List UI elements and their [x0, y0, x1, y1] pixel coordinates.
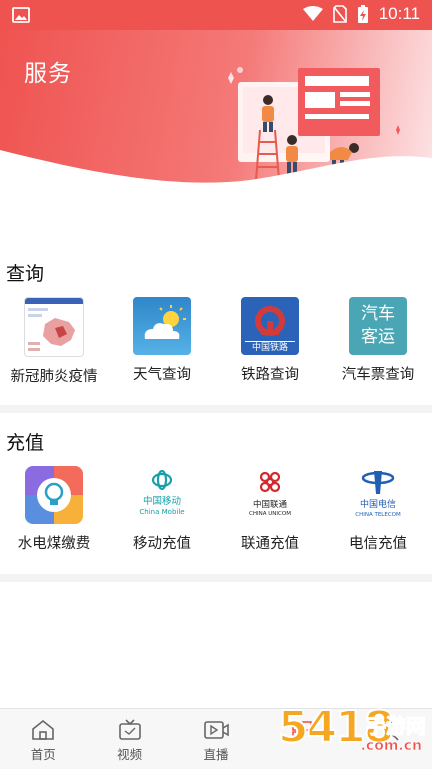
china-railway-icon: 中国铁路: [241, 297, 299, 355]
service-item-bus[interactable]: 汽车 客运 汽车票查询: [324, 297, 432, 386]
service-label: 电信充值: [349, 536, 407, 552]
service-item-telecom[interactable]: 中国电信 CHINA TELECOM 电信充值: [324, 466, 432, 553]
banner-illustration: [0, 67, 432, 190]
battery-charging-icon: [357, 5, 368, 23]
service-banner: 服务: [0, 30, 432, 190]
china-telecom-logo-icon: 中国电信 CHINA TELECOM: [349, 466, 407, 524]
service-label: 新冠肺炎疫情: [10, 369, 98, 385]
tab-label: 首页: [30, 747, 56, 762]
service-item-weather[interactable]: 天气查询: [108, 297, 216, 386]
tab-video[interactable]: 视频: [86, 709, 172, 769]
service-item-epidemic[interactable]: 新冠肺炎疫情: [0, 297, 108, 386]
service-item-unicom[interactable]: 中国联通 CHINA UNICOM 联通充值: [216, 466, 324, 553]
query-grid: 新冠肺炎疫情 天气查询 中国铁路 铁路查询 汽车 客运 汽车票查询: [0, 297, 432, 386]
railway-logo-text: 中国铁路: [245, 341, 295, 354]
tab-label: 直播: [203, 747, 229, 762]
tv-icon: [118, 719, 141, 740]
section-divider: [0, 574, 432, 582]
site-watermark: 5418 手游网 .com.cn: [277, 703, 428, 766]
service-label: 铁路查询: [241, 367, 299, 383]
status-bar: 10:11: [0, 0, 432, 30]
telecom-logo-text-cn: 中国电信: [359, 500, 396, 510]
service-label: 移动充值: [133, 536, 191, 552]
service-label: 水电煤缴费: [17, 536, 91, 552]
section-title-recharge: 充值: [6, 432, 45, 454]
tab-home[interactable]: 首页: [0, 709, 86, 769]
epidemic-map-icon: [24, 297, 84, 357]
clock: 10:11: [378, 4, 420, 23]
service-item-mobile[interactable]: 中国移动 China Mobile 移动充值: [108, 466, 216, 553]
unicom-logo-text-cn: 中国联通: [252, 500, 287, 510]
recharge-grid: 水电煤缴费 中国移动 China Mobile 移动充值 中国联通 CHINA …: [0, 466, 432, 553]
service-item-railway[interactable]: 中国铁路 铁路查询: [216, 297, 324, 386]
no-sim-icon: [332, 5, 347, 23]
section-divider: [0, 405, 432, 413]
gallery-icon: [12, 7, 30, 23]
service-label: 天气查询: [133, 367, 191, 383]
bus-ticket-icon: 汽车 客运: [349, 297, 407, 355]
tab-live[interactable]: 直播: [173, 709, 259, 769]
telecom-logo-text-en: CHINA TELECOM: [355, 512, 401, 518]
service-label: 汽车票查询: [341, 367, 415, 383]
watermark-domain: .com.cn: [360, 738, 422, 755]
section-title-query: 查询: [6, 263, 45, 285]
weather-cloud-sun-icon: [133, 297, 191, 355]
mobile-logo-text-cn: 中国移动: [142, 496, 181, 507]
bus-logo-text-bottom: 客运: [361, 327, 395, 347]
bus-logo-text-top: 汽车: [361, 304, 395, 324]
utilities-bulb-icon: [25, 466, 83, 524]
status-indicators: 10:11: [302, 4, 420, 24]
service-label: 联通充值: [241, 536, 299, 552]
china-mobile-logo-icon: 中国移动 China Mobile: [133, 466, 191, 524]
unicom-logo-text-en: CHINA UNICOM: [249, 511, 291, 517]
watermark-site-name: 手游网: [366, 714, 427, 739]
home-icon: [32, 719, 54, 740]
tab-label: 视频: [117, 747, 143, 762]
service-item-utilities[interactable]: 水电煤缴费: [0, 466, 108, 553]
live-video-icon: [204, 721, 229, 739]
china-unicom-logo-icon: 中国联通 CHINA UNICOM: [241, 466, 299, 524]
wifi-icon: [302, 6, 323, 21]
mobile-logo-text-en: China Mobile: [139, 508, 185, 516]
